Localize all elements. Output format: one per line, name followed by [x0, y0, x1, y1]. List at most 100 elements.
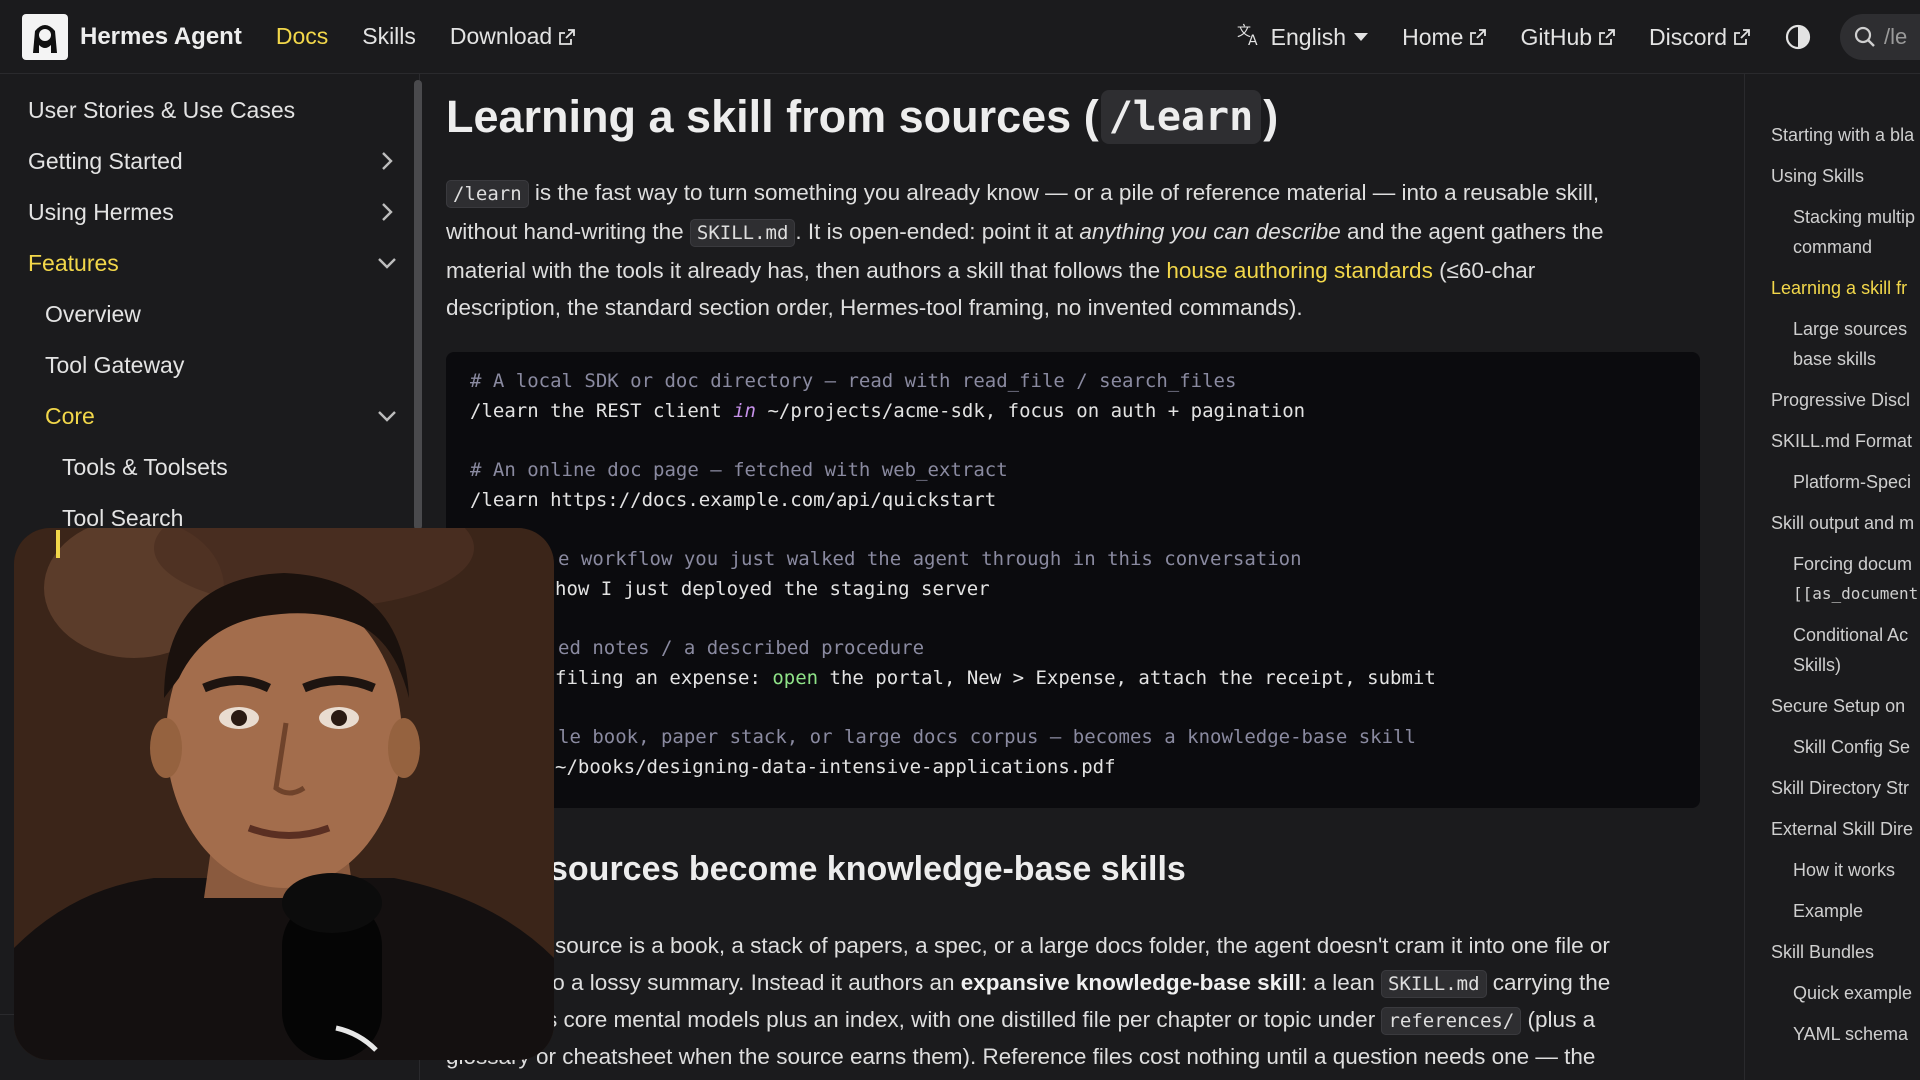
text: (≤60-char [1432, 258, 1536, 283]
toc-item[interactable]: command [1793, 232, 1920, 262]
toc-item[interactable]: Starting with a bla [1771, 120, 1920, 150]
toc-item[interactable]: Large sources [1793, 314, 1920, 344]
nav-github[interactable]: GitHub [1520, 24, 1615, 51]
translate-icon: 文A [1237, 22, 1271, 52]
brand[interactable]: Hermes Agent [22, 0, 242, 74]
inline-code: references/ [1381, 1007, 1522, 1035]
sidebar-item-label: Features [28, 249, 119, 276]
sidebar-item-overview[interactable]: Overview [45, 294, 398, 334]
nav-home-label: Home [1402, 23, 1464, 50]
toc-item[interactable]: SKILL.md Format [1771, 426, 1920, 456]
inline-code: SKILL.md [1381, 970, 1487, 998]
nav-docs[interactable]: Docs [276, 23, 328, 50]
code-text: ~/projects/acme-sdk, focus on auth + pag… [756, 400, 1306, 422]
sidebar-active-marker [56, 530, 60, 558]
toc-item[interactable]: External Skill Dire [1771, 814, 1920, 844]
toc-item[interactable]: Conditional Ac [1793, 620, 1920, 650]
sidebar-item-features[interactable]: Features [28, 243, 398, 283]
hermes-logo-icon [22, 13, 68, 60]
sidebar-scrollbar[interactable] [414, 80, 422, 530]
webcam-overlay [14, 528, 554, 1060]
external-link-icon [1734, 29, 1750, 45]
code-text: the portal, New > Expense, attach the re… [818, 667, 1436, 689]
search-input[interactable]: /le [1840, 14, 1920, 60]
chevron-down-icon [376, 405, 398, 427]
sidebar-item-using-hermes[interactable]: Using Hermes [28, 192, 398, 232]
inline-code: SKILL.md [689, 219, 796, 247]
sidebar-item-label: Overview [45, 300, 141, 327]
toc-item[interactable]: Secure Setup on [1771, 691, 1920, 721]
toc-item[interactable]: Stacking multip [1793, 202, 1920, 232]
code-block[interactable]: # A local SDK or doc directory — read wi… [446, 352, 1700, 808]
code-line: /learn https://docs.example.com/api/quic… [470, 489, 997, 511]
nav-download-label: Download [449, 23, 553, 49]
text: : a lean [1300, 970, 1381, 995]
sidebar-item-tools-toolsets[interactable]: Tools & Toolsets [62, 447, 398, 487]
section-heading: sources become knowledge-base skills [549, 850, 1186, 888]
code-keyword: open [772, 667, 819, 689]
contrast-icon [1785, 24, 1811, 50]
code-comment: # An online doc page — fetched with web_… [470, 459, 1008, 481]
toc-item[interactable]: Quick example [1793, 978, 1920, 1008]
text: s core mental models plus an index, with… [546, 1007, 1382, 1032]
nav-download[interactable]: Download [449, 23, 576, 50]
external-link-icon [559, 28, 576, 45]
chevron-down-icon [1354, 33, 1369, 41]
nav-home[interactable]: Home [1402, 23, 1487, 51]
page-title: Learning a skill from sources ( /learn ) [446, 90, 1278, 144]
external-link-icon [1599, 29, 1615, 45]
code-comment: ed notes / a described procedure [558, 637, 925, 659]
code-text: filing an expense: [555, 667, 773, 689]
code-line: /learn the REST client in ~/projects/acm… [470, 400, 1305, 422]
toc-item[interactable]: Using Skills [1771, 161, 1920, 191]
brand-title: Hermes Agent [80, 22, 242, 50]
chevron-right-icon [376, 150, 398, 172]
toc-item[interactable]: Skill Bundles [1771, 937, 1920, 967]
body-text: s core mental models plus an index, with… [546, 1001, 1800, 1040]
sidebar-item-user-stories[interactable]: User Stories & Use Cases [28, 90, 398, 130]
house-authoring-standards-link[interactable]: house authoring standards [1166, 258, 1432, 283]
code-line: ~/books/designing-data-intensive-applica… [555, 756, 1116, 778]
search-placeholder: /le [1884, 24, 1908, 49]
toc-item[interactable]: YAML schema [1793, 1019, 1920, 1049]
theme-toggle-button[interactable] [1784, 23, 1812, 51]
toc-item[interactable]: Skill Config Se [1793, 732, 1920, 762]
code-line: filing an expense: open the portal, New … [555, 667, 1436, 689]
body-text: glossary or cheatsheet when the source e… [446, 1044, 1596, 1069]
external-link-icon [1470, 29, 1487, 45]
toc-item[interactable]: Progressive Discl [1771, 385, 1920, 415]
toc-item[interactable]: Skill output and m [1771, 508, 1920, 538]
toc-item[interactable]: base skills [1793, 344, 1920, 374]
toc-item[interactable]: Platform-Speci [1793, 467, 1920, 497]
top-navbar: Hermes Agent Docs Skills Download 文A Eng… [0, 0, 1920, 74]
emphasis: anything you can describe [1079, 219, 1341, 244]
text: and the agent gathers the [1340, 219, 1604, 244]
code-comment: le book, paper stack, or large docs corp… [558, 726, 1416, 748]
language-dropdown[interactable]: 文A English [1237, 22, 1369, 52]
page-title-close: ) [1263, 91, 1279, 142]
toc-item-active[interactable]: Learning a skill fr [1771, 273, 1920, 303]
text: to a lossy summary. Instead it authors a… [546, 970, 961, 995]
toc-item[interactable]: Forcing docum [1793, 549, 1920, 579]
nav-discord[interactable]: Discord [1649, 24, 1750, 51]
sidebar-item-label: User Stories & Use Cases [28, 96, 296, 123]
toc-item[interactable]: [[as_document [1793, 579, 1920, 609]
toc-item[interactable]: Skill Directory Str [1771, 773, 1920, 803]
sidebar-item-core[interactable]: Core [45, 396, 398, 436]
search-icon [1854, 26, 1875, 47]
text: description, the standard section order,… [446, 295, 1303, 320]
sidebar-item-tool-gateway[interactable]: Tool Gateway [45, 345, 398, 385]
code-text: /learn the REST client [470, 400, 734, 422]
svg-text:A: A [1248, 33, 1258, 46]
sidebar-item-getting-started[interactable]: Getting Started [28, 141, 398, 181]
toc-item[interactable]: Example [1793, 896, 1920, 926]
nav-github-label: GitHub [1520, 23, 1593, 50]
text: (plus a [1521, 1007, 1596, 1032]
body-text: to a lossy summary. Instead it authors a… [546, 964, 1800, 1003]
chevron-down-icon [376, 252, 398, 274]
nav-skills[interactable]: Skills [362, 23, 416, 50]
chevron-right-icon [376, 201, 398, 223]
sidebar-item-label: Using Hermes [28, 198, 174, 225]
toc-item[interactable]: How it works [1793, 855, 1920, 885]
toc-item[interactable]: Skills) [1793, 650, 1920, 680]
